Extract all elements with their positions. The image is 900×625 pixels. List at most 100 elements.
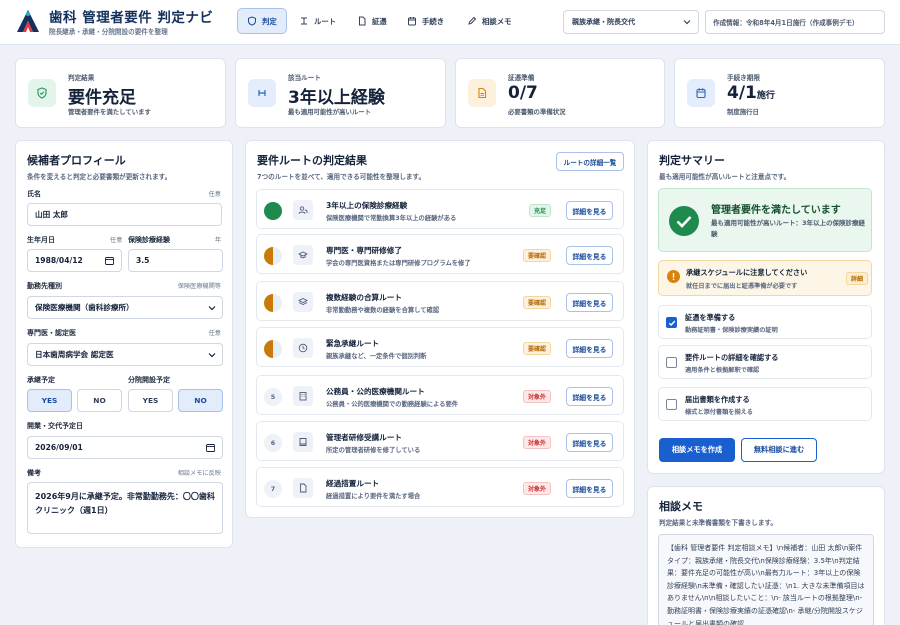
route-icon-box (293, 200, 313, 220)
memo-title: 相談メモ (659, 500, 703, 513)
route-detail-list-button[interactable]: ルートの詳細一覧 (556, 152, 624, 171)
kpi-icon-bg (248, 79, 276, 107)
route-status-badge: 要確認 (522, 342, 551, 355)
kpi-icon-bg (687, 79, 715, 107)
route-desc: 親族承継など、一定条件で個別判断 (326, 353, 427, 360)
years-hint: 年 (214, 237, 221, 244)
checklist-item[interactable]: 届出書類を作成する 様式と添付書類を揃える (658, 387, 872, 421)
route-row[interactable]: 3年以上の保険診療経験保険医療機関で常勤換算3年以上の経験がある 充足 詳細を見る (256, 189, 624, 229)
kpi-icon-bg (468, 79, 496, 107)
checkbox-checked[interactable] (666, 317, 677, 328)
tab-evidence[interactable]: 証憑 (348, 8, 396, 34)
tab-judgement[interactable]: 判定 (237, 8, 287, 34)
route-detail-button[interactable]: 詳細を見る (566, 246, 613, 265)
kpi-card-deadline: 手続き期限 4/1施行 制度施行日 (674, 58, 885, 128)
create-memo-button[interactable]: 相談メモを作成 (659, 438, 735, 462)
name-field[interactable]: 山田 太郎 (27, 203, 222, 226)
route-number: 5 (270, 393, 276, 401)
graduation-cap-icon (298, 251, 308, 259)
shield-icon (248, 16, 256, 26)
route-row[interactable]: 6 管理者研修受講ルート 所定の管理者研修を修了している 対象外 詳細を見る (256, 421, 624, 461)
route-status-badge: 要確認 (522, 296, 551, 309)
app-header: 歯科 管理者要件 判定ナビ 院長継承・承継・分院開設の要件を整理 判定 ルート … (0, 0, 900, 45)
route-number: 6 (270, 439, 276, 447)
book-icon (299, 438, 307, 446)
checkmark-icon (668, 320, 676, 327)
dob-field[interactable]: 1988/04/12 (27, 249, 122, 272)
route-progress-indicator (264, 247, 282, 265)
pencil-icon (468, 16, 477, 25)
branch-no-button[interactable]: NO (178, 389, 223, 412)
route-status-badge: 対象外 (522, 436, 551, 449)
memo-textarea[interactable]: 【歯科 管理者要件 判定相談メモ】\n候補者：山田 太郎\n案件タイプ：親族承継… (658, 534, 874, 625)
route-progress-indicator: 5 (264, 388, 282, 406)
years-field[interactable]: 3.5 (128, 249, 223, 272)
kpi-label: 該当ルート (288, 74, 321, 82)
route-detail-button[interactable]: 詳細を見る (566, 293, 613, 312)
tab-route[interactable]: ルート (290, 8, 345, 34)
succession-yes-button[interactable]: YES (27, 389, 72, 412)
tab-label: ルート (314, 16, 337, 26)
check-desc: 勤務証明書・保険診療実績の証明 (685, 327, 778, 334)
route-detail-button[interactable]: 詳細を見る (566, 479, 613, 498)
warning-detail-badge[interactable]: 詳細 (846, 272, 869, 285)
profile-subtitle: 条件を変えると判定と必要書類が更新されます。 (27, 173, 172, 181)
route-desc: 所定の管理者研修を修了している (326, 447, 421, 454)
route-icon-box (293, 245, 313, 265)
start-date-field[interactable]: 2026/09/01 (27, 436, 223, 459)
kpi-sub: 必要書類の準備状況 (508, 108, 566, 116)
case-type-select[interactable]: 親族承継・院長交代 (563, 10, 699, 34)
route-icon-box (293, 292, 313, 312)
checklist-item[interactable]: 証憑を準備する 勤務証明書・保険診療実績の証明 (658, 305, 872, 339)
route-detail-button[interactable]: 詳細を見る (566, 433, 613, 452)
branch-yes-button[interactable]: YES (128, 389, 173, 412)
check-circle-icon (669, 206, 699, 236)
memo-subtitle: 判定結果と未準備書類を下書きします。 (659, 519, 778, 527)
shield-check-icon (37, 87, 47, 99)
kpi-card-result: 判定結果 要件充足 管理者要件を満たしています (15, 58, 226, 128)
checkbox[interactable] (666, 399, 677, 410)
route-progress-indicator: 7 (264, 480, 282, 498)
route-title: 3年以上の保険診療経験 (326, 201, 408, 210)
meta-info: 作成情報：令和8年4月1日施行（作成事例デモ） (705, 10, 885, 34)
route-status-badge: 対象外 (522, 482, 551, 495)
tab-memo[interactable]: 相談メモ (458, 8, 521, 34)
route-row[interactable]: 5 公務員・公的医療機関ルート 公務員・公的医療機関での勤務経験による要件 対象外 詳細… (256, 375, 624, 415)
route-desc: 非常勤勤務や複数の経験を合算して確認 (326, 307, 440, 314)
route-icon (258, 90, 266, 96)
kpi-label: 証憑準備 (508, 74, 535, 82)
route-desc: 経過措置により要件を満たす場合 (326, 493, 421, 500)
check-title: 要件ルートの詳細を確認する (685, 353, 779, 362)
route-progress-indicator (264, 202, 282, 220)
kpi-label: 手続き期限 (727, 74, 760, 82)
date-label: 開業・交代予定日 (27, 422, 83, 430)
route-row[interactable]: 緊急承継ルート親族承継など、一定条件で個別判断 要確認 詳細を見る (256, 327, 624, 367)
route-detail-button[interactable]: 詳細を見る (566, 201, 613, 220)
layers-icon (298, 297, 308, 306)
route-status-badge: 充足 (528, 204, 551, 217)
checkbox[interactable] (666, 357, 677, 368)
route-title: 緊急承継ルート (326, 339, 380, 348)
free-consult-button[interactable]: 無料相談に進む (741, 438, 817, 462)
succession-no-button[interactable]: NO (77, 389, 122, 412)
checklist-item[interactable]: 要件ルートの詳細を確認する 適用条件と根拠解釈で確認 (658, 345, 872, 379)
calendar-icon (105, 257, 114, 265)
kpi-sub: 制度施行日 (727, 108, 759, 116)
tab-label: 相談メモ (482, 16, 512, 26)
specialist-select[interactable]: 日本歯周病学会 認定医 (27, 343, 223, 366)
route-results-panel: 要件ルートの判定結果 7つのルートを並べて、適用できる可能性を整理します。 ルー… (245, 140, 635, 518)
check-title: 証憑を準備する (685, 313, 736, 322)
tab-label: 手続き (422, 16, 445, 26)
tab-procedure[interactable]: 手続き (398, 8, 453, 34)
route-detail-button[interactable]: 詳細を見る (566, 339, 613, 358)
route-detail-button[interactable]: 詳細を見る (566, 387, 613, 406)
app-subtitle: 院長継承・承継・分院開設の要件を整理 (49, 28, 168, 36)
route-row[interactable]: 複数経験の合算ルート 非常勤勤務や複数の経験を合算して確認 要確認 詳細を見る (256, 281, 624, 321)
note-textarea[interactable]: 2026年9月に承継予定。非常勤勤務先：〇〇歯科クリニック（週1日） (27, 482, 223, 534)
route-row[interactable]: 7 経過措置ルート 経過措置により要件を満たす場合 対象外 詳細を見る (256, 467, 624, 507)
workplace-select[interactable]: 保険医療機関（歯科診療所） (27, 296, 223, 319)
route-row[interactable]: 専門医・専門研修修了 学会の専門医資格または専門研修プログラムを修了 要確認 詳細を見… (256, 234, 624, 274)
check-desc: 適用条件と根拠解釈で確認 (685, 367, 760, 374)
route-desc: 公務員・公的医療機関での勤務経験による要件 (326, 401, 459, 408)
route-desc: 保険医療機関で常勤換算3年以上の経験がある (326, 215, 457, 222)
